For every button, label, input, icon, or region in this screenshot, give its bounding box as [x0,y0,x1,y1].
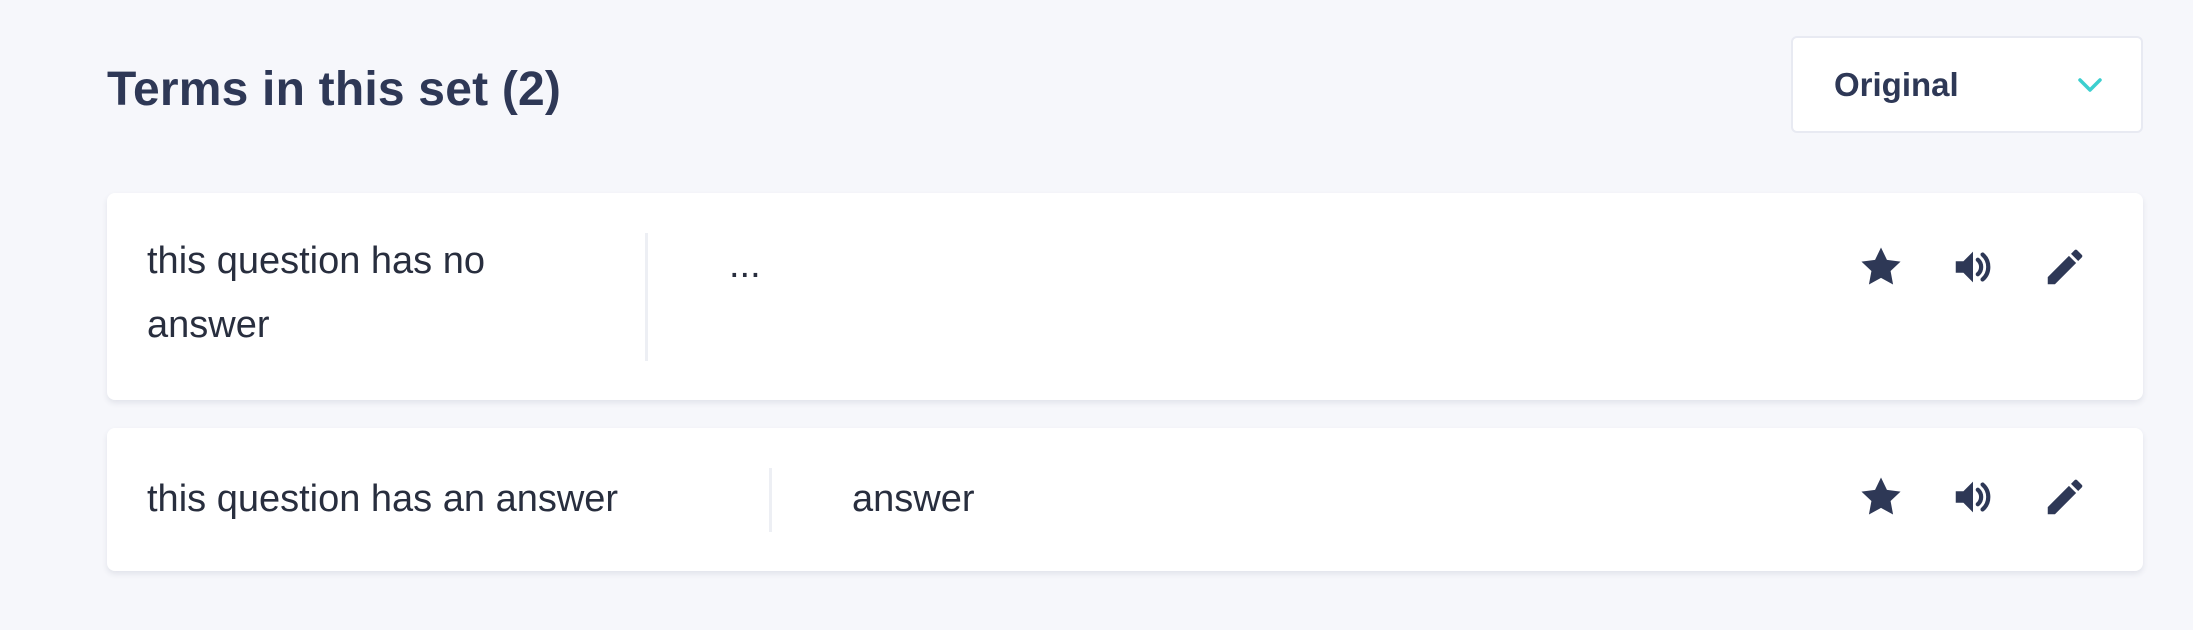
term-card: this question has no answer ... [107,193,2143,400]
definition-text[interactable]: answer [852,467,975,531]
term-actions [1857,473,2089,521]
edit-button[interactable] [2041,473,2089,521]
star-button[interactable] [1857,473,1905,521]
sort-dropdown[interactable]: Original [1791,36,2143,133]
speaker-icon [1955,481,1991,513]
section-title: Terms in this set (2) [107,63,562,116]
term-text[interactable]: this question has an answer [147,467,618,531]
edit-button[interactable] [2041,243,2089,291]
audio-button[interactable] [1949,243,1997,291]
term-divider [769,468,772,532]
term-card: this question has an answer answer [107,428,2143,571]
term-text[interactable]: this question has no answer [147,229,607,357]
chevron-down-icon [2078,77,2102,92]
audio-button[interactable] [1949,473,1997,521]
star-button[interactable] [1857,243,1905,291]
sort-dropdown-value: Original [1834,65,1959,103]
pencil-icon [2047,249,2083,285]
term-divider [645,233,648,361]
speaker-icon [1955,251,1991,283]
star-icon [1861,477,1901,515]
star-icon [1861,247,1901,285]
definition-text[interactable]: ... [729,233,761,297]
terms-page: Terms in this set (2) Original this ques… [0,0,2193,630]
term-actions [1857,243,2089,291]
pencil-icon [2047,479,2083,515]
